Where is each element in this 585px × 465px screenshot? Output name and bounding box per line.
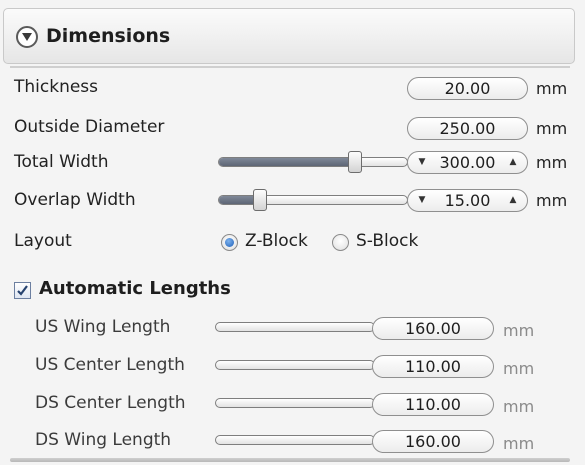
collapse-chevron-icon[interactable] [16,26,38,48]
z-block-radio[interactable] [221,234,238,251]
ds-center-length-label: DS Center Length [35,393,186,413]
total-width-slider[interactable] [218,157,408,167]
us-center-length-label: US Center Length [35,355,185,375]
increment-arrow-icon[interactable]: ▲ [505,190,521,211]
dimensions-panel: Dimensions Thickness 20.00 mm Outside Di… [0,0,585,465]
thickness-input[interactable]: 20.00 [407,77,528,100]
ds-wing-length-label: DS Wing Length [35,430,172,450]
total-width-value: 300.00 [439,153,496,172]
overlap-width-slider[interactable] [218,195,408,205]
overlap-width-value: 15.00 [444,191,491,210]
total-width-spinbox[interactable]: ▼ 300.00 ▲ [407,151,528,174]
us-wing-length-slider [215,322,375,332]
thickness-label: Thickness [14,77,99,97]
ds-center-length-unit: mm [503,397,535,416]
total-width-unit: mm [536,153,568,172]
automatic-lengths-checkbox[interactable] [14,282,31,299]
s-block-label[interactable]: S-Block [356,231,418,251]
us-wing-length-unit: mm [503,321,535,340]
ds-center-length-slider [215,398,375,408]
thickness-unit: mm [536,79,568,98]
overlap-width-spinbox[interactable]: ▼ 15.00 ▲ [407,189,528,212]
overlap-width-label: Overlap Width [14,190,136,210]
automatic-lengths-label[interactable]: Automatic Lengths [39,278,231,299]
panel-bottom-edge [10,458,570,462]
z-block-label[interactable]: Z-Block [245,231,308,251]
us-center-length-input: 110.00 [372,355,494,378]
s-block-radio[interactable] [332,234,349,251]
outside-diameter-input[interactable]: 250.00 [407,117,528,140]
us-center-length-unit: mm [503,359,535,378]
ds-wing-length-slider [215,435,375,445]
us-wing-length-label: US Wing Length [35,317,171,337]
us-center-length-slider [215,360,375,370]
ds-wing-length-unit: mm [503,434,535,453]
increment-arrow-icon[interactable]: ▲ [505,152,521,173]
section-header[interactable]: Dimensions [3,8,575,64]
overlap-width-unit: mm [536,191,568,210]
decrement-arrow-icon[interactable]: ▼ [414,190,430,211]
section-title: Dimensions [46,25,171,47]
us-wing-length-input: 160.00 [372,317,494,340]
layout-label: Layout [14,231,72,251]
total-width-slider-thumb[interactable] [347,151,362,173]
overlap-width-slider-thumb[interactable] [252,189,267,211]
outside-diameter-unit: mm [536,119,568,138]
ds-center-length-input: 110.00 [372,393,494,416]
total-width-slider-fill [219,158,355,166]
total-width-label: Total Width [14,152,109,172]
outside-diameter-label: Outside Diameter [14,117,165,137]
decrement-arrow-icon[interactable]: ▼ [414,152,430,173]
ds-wing-length-input: 160.00 [372,430,494,453]
header-divider [10,66,570,68]
